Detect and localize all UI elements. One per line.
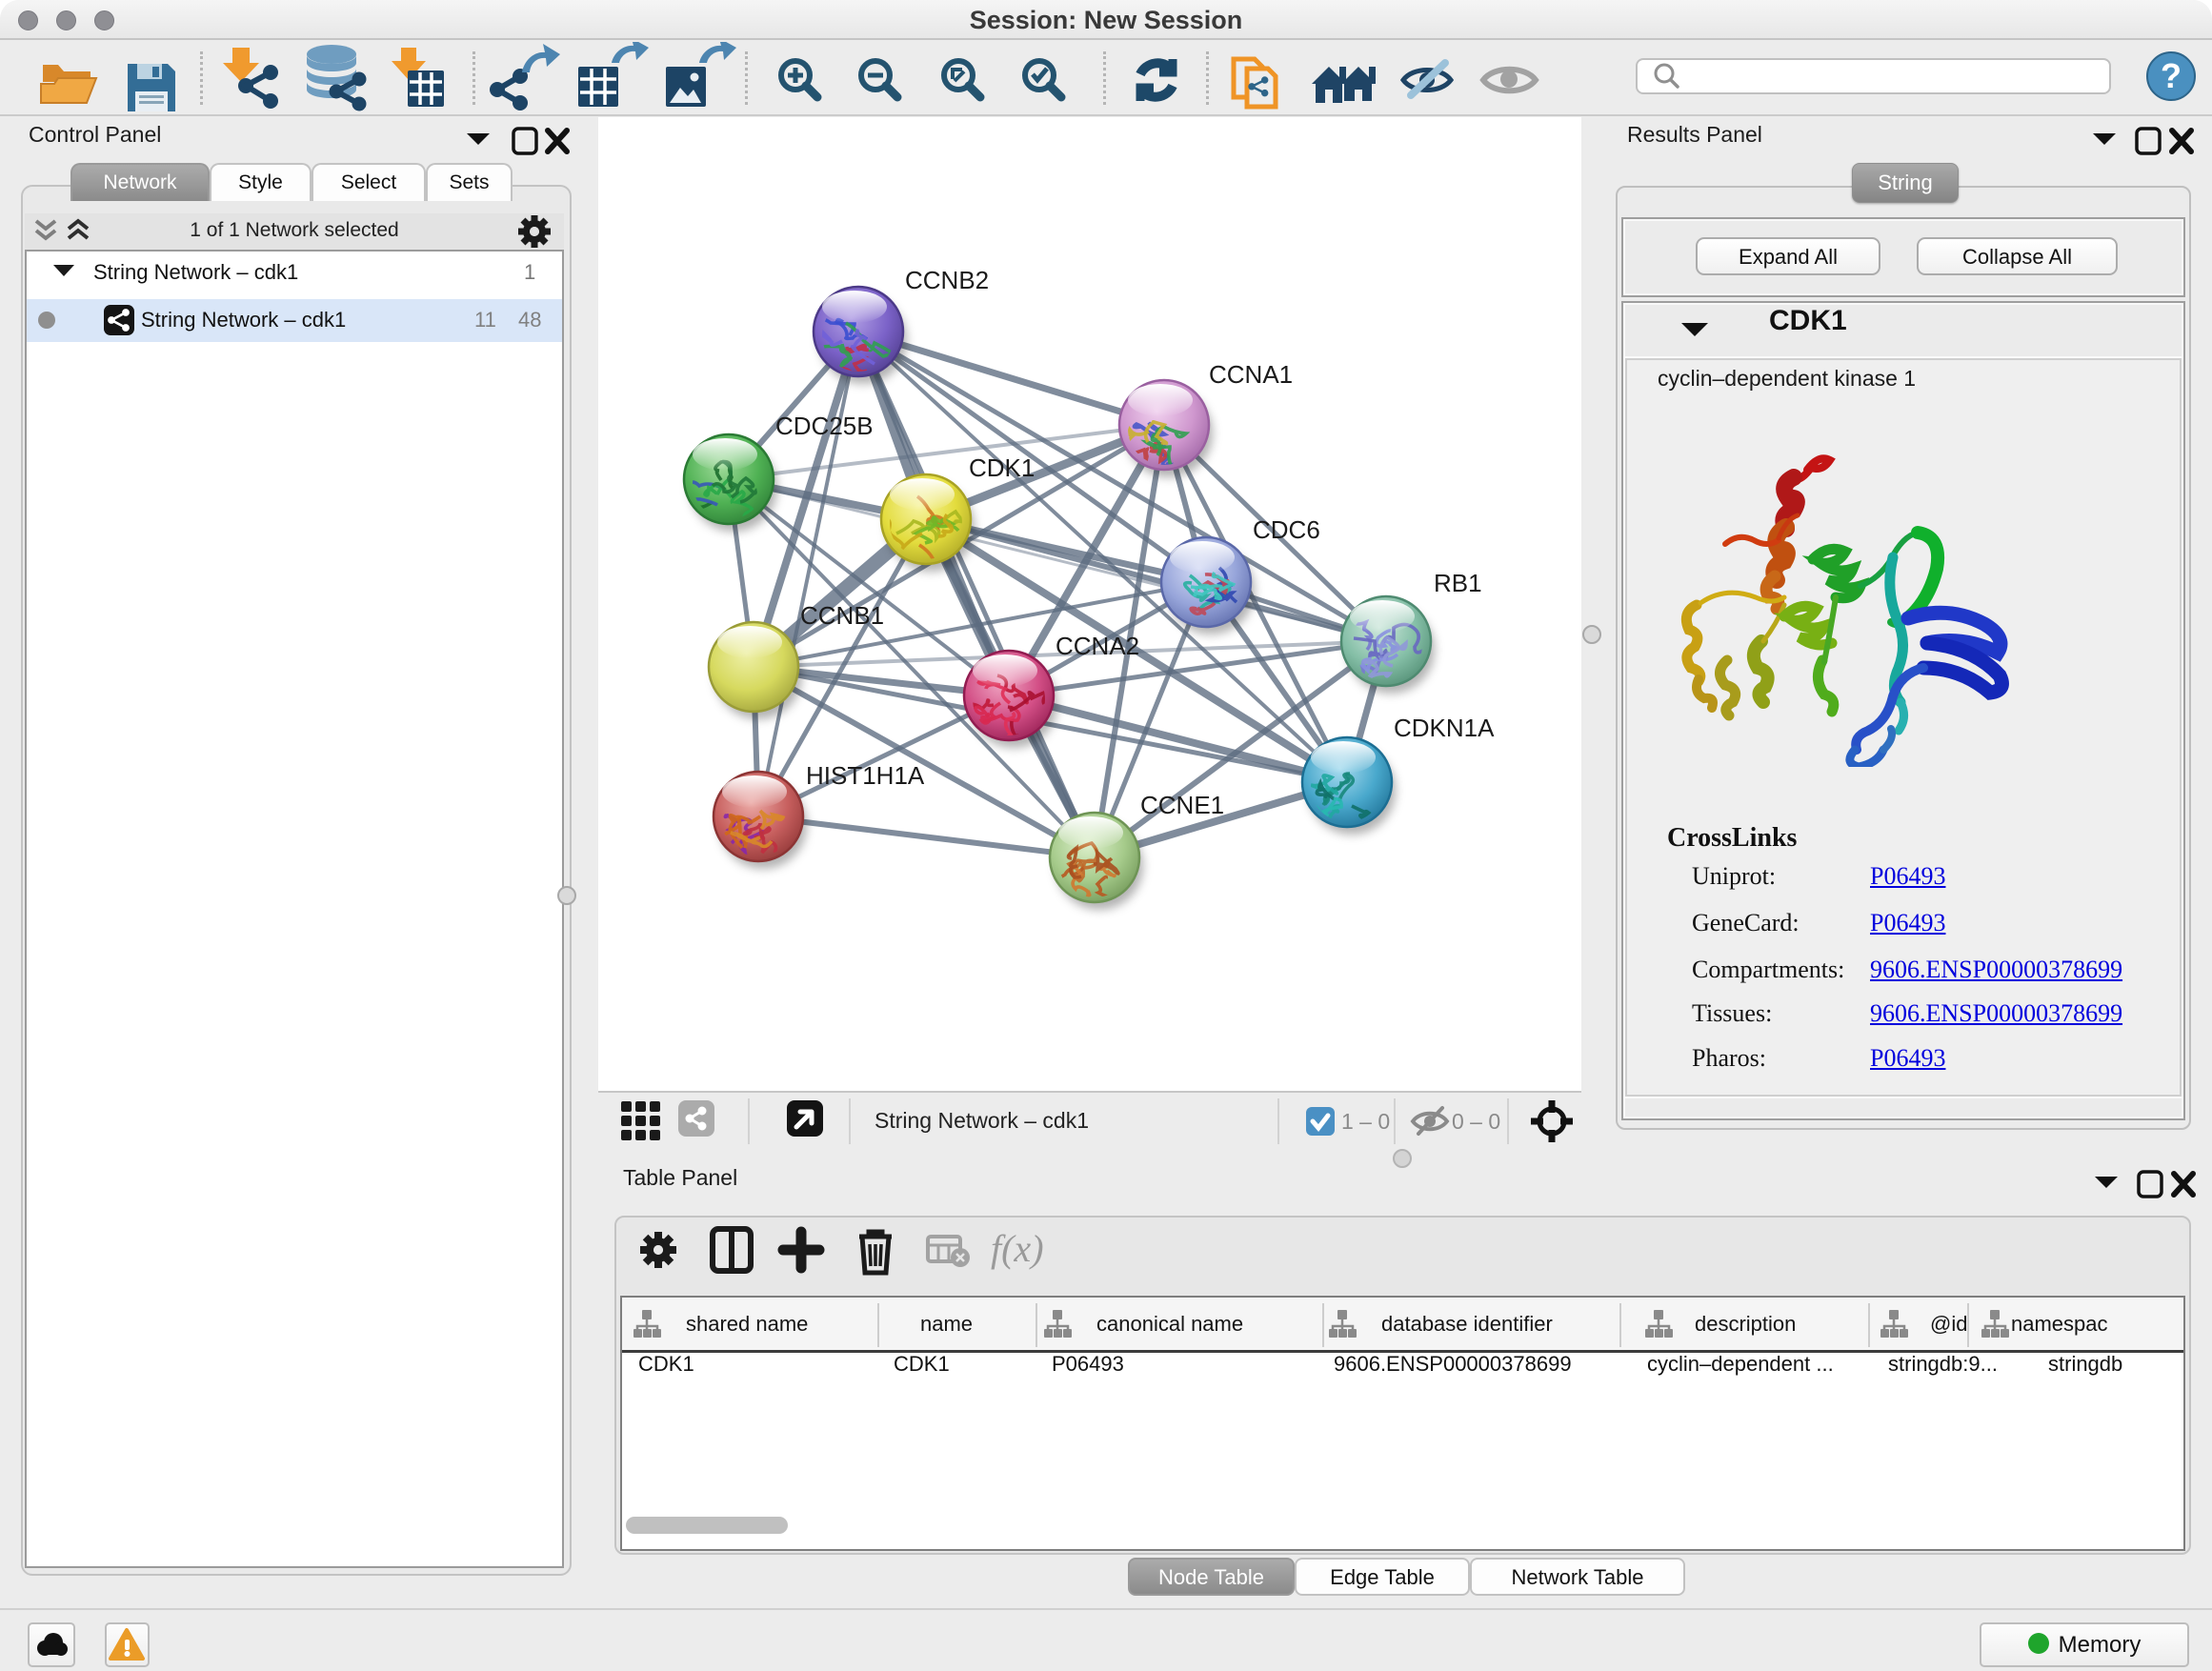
svg-text:CDC25B: CDC25B xyxy=(775,412,874,440)
svg-text:RB1: RB1 xyxy=(1434,569,1482,597)
svg-text:HIST1H1A: HIST1H1A xyxy=(806,761,925,790)
svg-text:CCNA2: CCNA2 xyxy=(1056,632,1139,660)
svg-text:CDC6: CDC6 xyxy=(1253,515,1320,544)
svg-text:CDK1: CDK1 xyxy=(969,453,1035,482)
svg-text:CCNA1: CCNA1 xyxy=(1209,360,1293,389)
svg-text:f(x): f(x) xyxy=(991,1227,1044,1270)
svg-text:CCNB2: CCNB2 xyxy=(905,266,989,294)
svg-text:?: ? xyxy=(2161,56,2182,95)
svg-text:CCNE1: CCNE1 xyxy=(1140,791,1224,819)
svg-text:CDKN1A: CDKN1A xyxy=(1394,714,1495,742)
svg-text:CCNB1: CCNB1 xyxy=(800,601,884,630)
